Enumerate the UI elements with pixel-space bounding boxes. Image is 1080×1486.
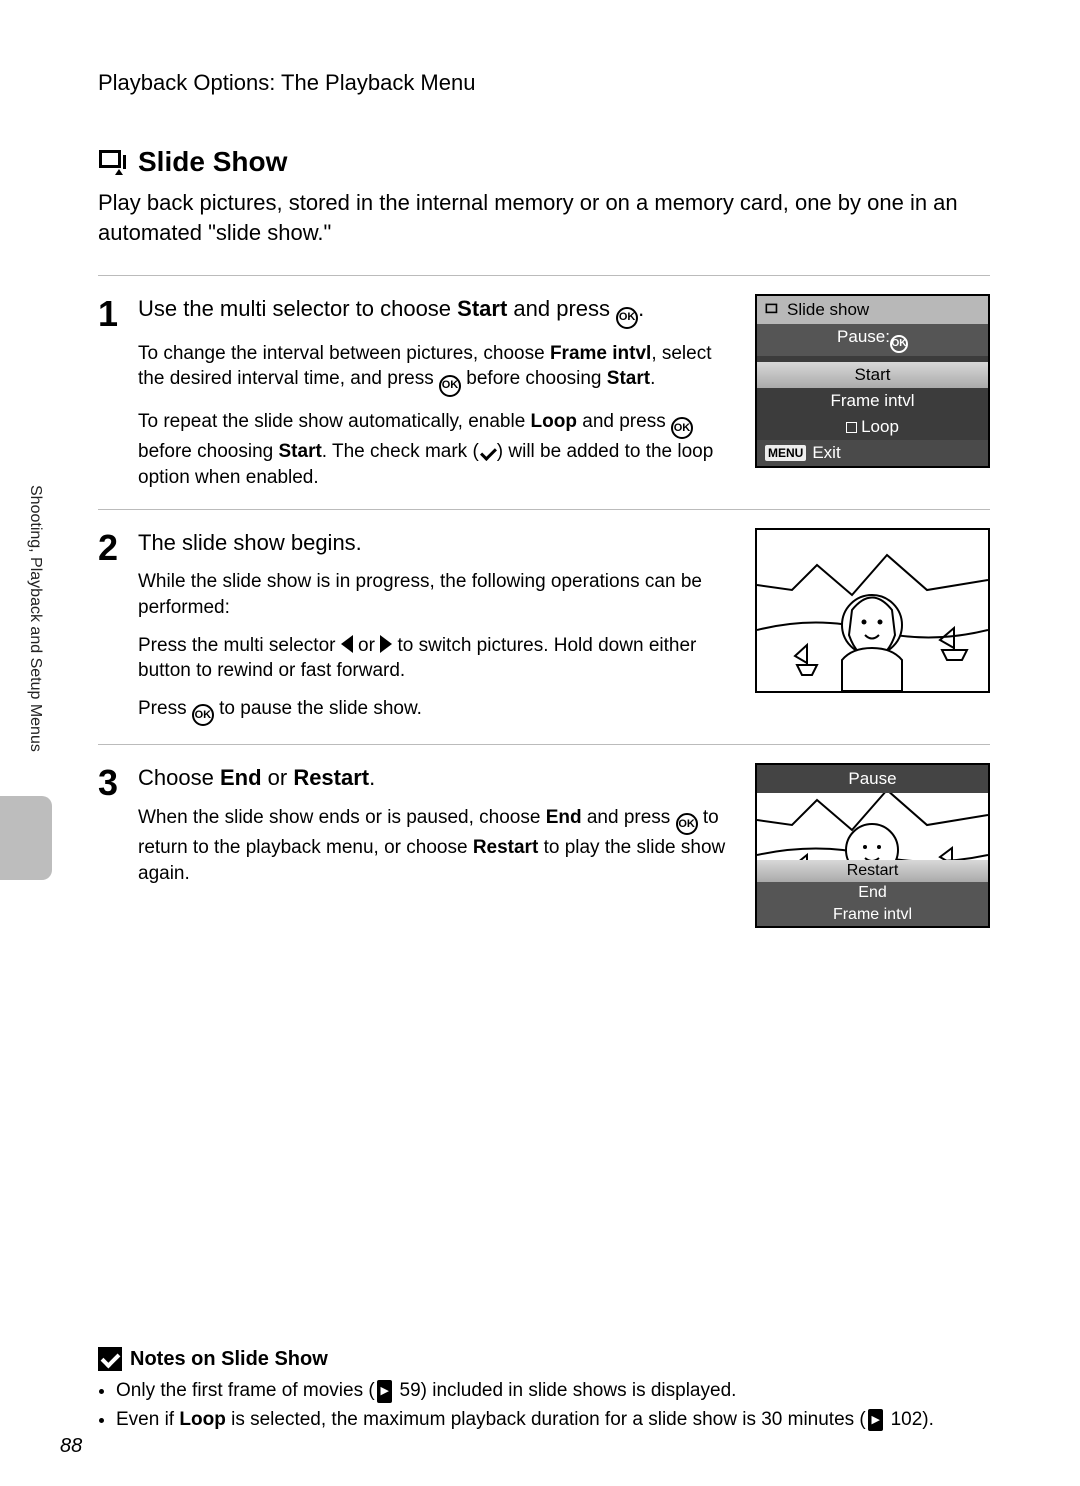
page-number: 88 xyxy=(60,1435,82,1458)
lcd-subheading: Pause:OK xyxy=(757,324,988,356)
side-tab xyxy=(0,796,52,880)
side-label: Shooting, Playback and Setup Menus xyxy=(22,485,44,795)
ok-icon: OK xyxy=(439,375,461,397)
lcd-title-bar: Slide show xyxy=(757,296,988,324)
step-3-para: When the slide show ends or is paused, c… xyxy=(138,805,739,887)
notes-section: Notes on Slide Show Only the first frame… xyxy=(98,1347,990,1434)
breadcrumb: Playback Options: The Playback Menu xyxy=(98,70,990,96)
check-icon xyxy=(98,1347,122,1371)
checkbox-icon xyxy=(846,422,857,433)
step-1-para-2: To repeat the slide show automatically, … xyxy=(138,409,739,491)
step-2-para-1: While the slide show is in progress, the… xyxy=(138,569,739,620)
step-2-para-2: Press the multi selector or to switch pi… xyxy=(138,633,739,684)
step-2-heading: The slide show begins. xyxy=(138,528,739,558)
check-icon xyxy=(479,445,497,459)
slideshow-icon xyxy=(765,303,781,317)
lcd-footer: MENU Exit xyxy=(757,440,988,466)
step-1-para-1: To change the interval between pictures,… xyxy=(138,341,739,397)
lcd-slideshow-menu: Slide show Pause:OK Start Frame intvl Lo… xyxy=(755,294,990,468)
lcd-row-loop[interactable]: Loop xyxy=(757,414,988,440)
section-title: Slide Show xyxy=(98,146,990,178)
intro-text: Play back pictures, stored in the intern… xyxy=(98,188,990,247)
step-1-heading: Use the multi selector to choose Start a… xyxy=(138,294,739,328)
note-item: Even if Loop is selected, the maximum pl… xyxy=(116,1406,990,1435)
step-1: 1 Use the multi selector to choose Start… xyxy=(98,275,990,508)
step-number: 3 xyxy=(98,763,138,928)
ok-icon: OK xyxy=(192,704,214,726)
step-number: 2 xyxy=(98,528,138,727)
ok-icon: OK xyxy=(890,335,908,353)
menu-icon: MENU xyxy=(765,445,806,461)
page-ref-icon: ▸ xyxy=(377,1380,393,1403)
right-arrow-icon xyxy=(380,635,392,653)
notes-title: Notes on Slide Show xyxy=(98,1347,990,1371)
note-item: Only the first frame of movies (▸ 59) in… xyxy=(116,1377,990,1406)
left-arrow-icon xyxy=(341,635,353,653)
pause-row-end[interactable]: End xyxy=(757,882,988,904)
pause-row-restart[interactable]: Restart xyxy=(757,860,988,882)
pause-title: Pause xyxy=(757,765,988,793)
page-ref-icon: ▸ xyxy=(868,1409,884,1432)
step-3: 3 Choose End or Restart. When the slide … xyxy=(98,744,990,946)
step-2-para-3: Press OK to pause the slide show. xyxy=(138,696,739,726)
step-number: 1 xyxy=(98,294,138,490)
lcd-row-start[interactable]: Start xyxy=(757,362,988,388)
ok-icon: OK xyxy=(671,417,693,439)
lcd-row-frame-intvl[interactable]: Frame intvl xyxy=(757,388,988,414)
step-2: 2 The slide show begins. While the slide… xyxy=(98,509,990,745)
pause-row-frame-intvl[interactable]: Frame intvl xyxy=(757,904,988,926)
ok-icon: OK xyxy=(616,307,638,329)
section-title-text: Slide Show xyxy=(138,146,287,178)
ok-icon: OK xyxy=(676,813,698,835)
slideshow-icon xyxy=(98,149,128,175)
lcd-slideshow-playing xyxy=(755,528,990,693)
lcd-pause-menu: Pause Restart End Frame intvl xyxy=(755,763,990,928)
step-3-heading: Choose End or Restart. xyxy=(138,763,739,793)
